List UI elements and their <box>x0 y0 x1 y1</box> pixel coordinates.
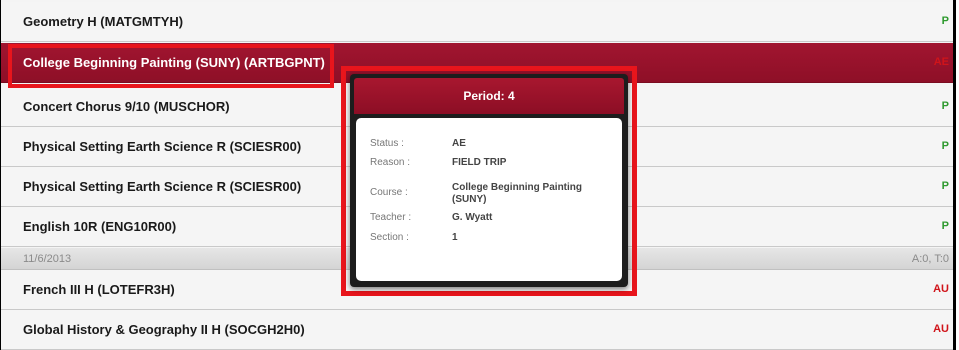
attendance-status: AE <box>933 56 949 68</box>
attendance-row[interactable]: Global History & Geography II H (SOCGH2H… <box>1 310 953 350</box>
course-title: French III H (LOTEFR3H) <box>23 282 175 297</box>
course-value: College Beginning Painting (SUNY) <box>452 182 582 205</box>
section-value: 1 <box>452 232 458 243</box>
reason-label: Reason : <box>370 157 411 168</box>
attendance-status: P <box>941 140 949 152</box>
attendance-status: P <box>941 15 949 27</box>
reason-value: FIELD TRIP <box>452 157 507 168</box>
course-title: Geometry H (MATGMTYH) <box>23 14 184 29</box>
attendance-list: Geometry H (MATGMTYH) P College Beginnin… <box>0 0 956 350</box>
attendance-status: AU <box>933 283 949 295</box>
attendance-status: P <box>941 220 949 232</box>
attendance-status: AU <box>933 323 949 335</box>
section-label: Section : <box>370 232 409 243</box>
attendance-counts: A:0, T:0 <box>911 253 949 265</box>
attendance-row[interactable]: Geometry H (MATGMTYH) P <box>1 2 953 42</box>
course-title: Concert Chorus 9/10 (MUSCHOR) <box>23 99 230 114</box>
period-details-popover[interactable]: Period: 4 Status : AE Reason : FIELD TRI… <box>350 74 628 287</box>
popover-title: Period: 4 <box>463 89 515 103</box>
course-title: Physical Setting Earth Science R (SCIESR… <box>23 179 302 194</box>
course-title: English 10R (ENG10R00) <box>23 219 177 234</box>
attendance-status: P <box>941 100 949 112</box>
course-label: Course : <box>370 187 408 198</box>
attendance-status: P <box>941 180 949 192</box>
course-title: Physical Setting Earth Science R (SCIESR… <box>23 139 302 154</box>
teacher-label: Teacher : <box>370 212 412 223</box>
status-value: AE <box>452 138 466 149</box>
status-label: Status : <box>370 138 404 149</box>
teacher-value: G. Wyatt <box>452 212 493 223</box>
course-title: College Beginning Painting (SUNY) (ARTBG… <box>23 55 325 70</box>
popover-body: Status : AE Reason : FIELD TRIP Course :… <box>356 118 622 281</box>
section-date: 11/6/2013 <box>23 253 72 265</box>
course-title: Global History & Geography II H (SOCGH2H… <box>23 322 305 337</box>
popover-header: Period: 4 <box>354 78 624 114</box>
